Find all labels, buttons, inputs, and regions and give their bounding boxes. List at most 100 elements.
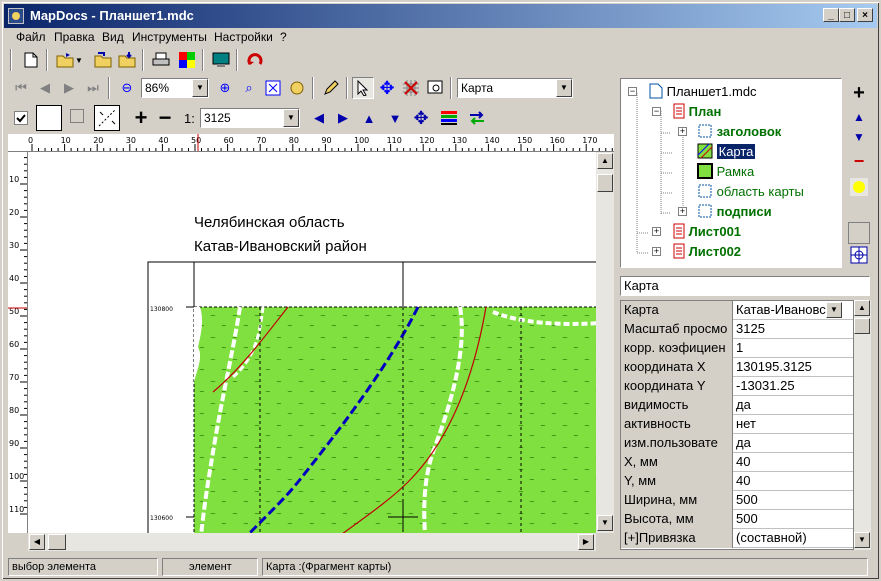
zoom-out-icon[interactable]: ⊖ (116, 77, 138, 99)
map-vscroll[interactable]: ▲ ▼ (596, 152, 614, 533)
minimize-button[interactable]: _ (823, 8, 839, 22)
grid-select-icon[interactable] (400, 77, 422, 99)
grid-zoom-icon[interactable] (848, 244, 870, 266)
tree-node-map-area[interactable]: область карты (697, 183, 804, 201)
open-dropdown-icon[interactable]: ▼ (74, 49, 84, 71)
palette-icon[interactable] (176, 49, 198, 71)
menu-help[interactable]: ? (280, 30, 287, 44)
collapse-plan-icon[interactable]: − (652, 107, 661, 116)
properties-vscroll[interactable]: ▲ ▼ (854, 300, 871, 550)
chevron-down-icon[interactable]: ▼ (192, 79, 208, 97)
zoom-fit-icon[interactable] (262, 77, 284, 99)
maximize-button[interactable]: □ (839, 8, 855, 22)
property-row[interactable]: [+]Привязка (составной) (621, 529, 853, 548)
tree-node-sheet1[interactable]: Лист001 (673, 223, 741, 241)
add-icon[interactable]: + (130, 105, 152, 130)
scroll-up-icon[interactable]: ▲ (854, 300, 870, 316)
map-hscroll[interactable]: ◀ ▶ (28, 533, 596, 551)
center-move-icon[interactable]: ✥ (410, 107, 432, 129)
property-value[interactable]: 1 (734, 339, 853, 358)
property-value[interactable]: -13031.25 (734, 377, 853, 396)
property-value[interactable]: 40 (734, 472, 853, 491)
scale-combo[interactable]: 3125 ▼ (200, 108, 300, 128)
new-document-icon[interactable] (20, 49, 42, 71)
pencil-edit-icon[interactable] (320, 77, 342, 99)
move-up-icon[interactable]: ▲ (848, 106, 870, 128)
document-tree[interactable]: − Планшет1.mdc − План + заголовок Карта … (620, 78, 842, 268)
expand-captions-icon[interactable]: + (678, 207, 687, 216)
arrow-down-icon[interactable]: ▼ (384, 107, 406, 129)
expand-header-icon[interactable]: + (678, 127, 687, 136)
properties-grid[interactable]: Карта Катав-Ивановс ▼ Масштаб просмо 312… (620, 300, 854, 550)
zoom-in-icon[interactable]: ⊕ (214, 77, 236, 99)
chevron-down-icon[interactable]: ▼ (826, 302, 842, 318)
scroll-up-icon[interactable]: ▲ (597, 153, 613, 169)
property-row[interactable]: Y, мм 40 (621, 472, 853, 491)
scroll-down-icon[interactable]: ▼ (597, 515, 613, 531)
tree-node-frame[interactable]: Рамка (697, 163, 754, 181)
tree-node-sheet2[interactable]: Лист002 (673, 243, 741, 261)
zoom-page-icon[interactable]: ⌕ (238, 77, 260, 99)
property-row[interactable]: Карта Катав-Ивановс ▼ (621, 301, 853, 320)
scroll-thumb[interactable] (854, 318, 870, 334)
fill-color-swatch[interactable] (36, 105, 62, 131)
frame-zoom-icon[interactable] (424, 77, 446, 99)
line-color-swatch[interactable] (70, 109, 84, 123)
property-row[interactable]: Масштаб просмо 3125 (621, 320, 853, 339)
tree-node-map[interactable]: Карта (697, 143, 756, 161)
tree-node-plan[interactable]: План (673, 103, 721, 121)
line-style-icon[interactable] (94, 105, 120, 131)
scroll-down-icon[interactable]: ▼ (854, 532, 870, 548)
open-folder-icon[interactable] (54, 49, 76, 71)
first-page-icon[interactable]: ⏮ (10, 77, 32, 99)
menu-edit[interactable]: Правка (54, 30, 95, 44)
print-icon[interactable] (150, 49, 172, 71)
monitor-icon[interactable] (210, 49, 232, 71)
tree-node-header[interactable]: заголовок (697, 123, 781, 141)
property-row[interactable]: Ширина, мм 500 (621, 491, 853, 510)
property-value[interactable]: нет (734, 415, 853, 434)
highlight-icon[interactable] (848, 176, 870, 198)
chevron-down-icon[interactable]: ▼ (556, 79, 572, 97)
collapse-root-icon[interactable]: − (628, 87, 637, 96)
open-folder-arrow-icon[interactable] (92, 49, 114, 71)
property-value[interactable]: 3125 (734, 320, 853, 339)
arrow-right-icon[interactable]: ▶ (332, 107, 354, 129)
property-value[interactable]: 40 (734, 453, 853, 472)
tree-node-root[interactable]: Планшет1.mdc (649, 83, 757, 101)
delete-node-icon[interactable]: − (848, 150, 870, 172)
layers-icon[interactable] (438, 107, 460, 129)
property-row[interactable]: активность нет (621, 415, 853, 434)
property-row[interactable]: Высота, мм 500 (621, 510, 853, 529)
expand-sheet1-icon[interactable]: + (652, 227, 661, 236)
title-bar[interactable]: MapDocs - Планшет1.mdc _ □ × (4, 4, 877, 28)
menu-view[interactable]: Вид (102, 30, 124, 44)
property-value[interactable]: 500 (734, 491, 853, 510)
property-value[interactable]: да (734, 396, 853, 415)
menu-settings[interactable]: Настройки (214, 30, 273, 44)
property-row[interactable]: координата Y -13031.25 (621, 377, 853, 396)
menu-tools[interactable]: Инструменты (132, 30, 207, 44)
zoom-combo[interactable]: 86% ▼ (141, 78, 209, 98)
scroll-left-icon[interactable]: ◀ (29, 534, 45, 550)
checkbox-enabled[interactable] (10, 107, 32, 129)
move-icon[interactable]: ✥ (376, 77, 398, 99)
close-button[interactable]: × (857, 8, 873, 22)
property-value[interactable]: да (734, 434, 853, 453)
property-value[interactable]: 130195.3125 (734, 358, 853, 377)
property-row[interactable]: X, мм 40 (621, 453, 853, 472)
layer-combo[interactable]: Карта ▼ (457, 78, 573, 98)
scroll-thumb[interactable] (597, 174, 613, 192)
expand-sheet2-icon[interactable]: + (652, 247, 661, 256)
scroll-right-icon[interactable]: ▶ (578, 534, 594, 550)
property-row[interactable]: корр. коэфициен 1 (621, 339, 853, 358)
save-folder-icon[interactable] (116, 49, 138, 71)
add-node-icon[interactable]: + (848, 82, 870, 104)
chevron-down-icon[interactable]: ▼ (283, 109, 299, 127)
undo-icon[interactable] (244, 49, 266, 71)
map-drawing[interactable]: ~ ~ 130800 130600 (28, 152, 596, 533)
scroll-thumb[interactable] (48, 534, 66, 550)
property-row[interactable]: координата X 130195.3125 (621, 358, 853, 377)
app-icon[interactable] (8, 8, 24, 24)
property-row[interactable]: видимость да (621, 396, 853, 415)
